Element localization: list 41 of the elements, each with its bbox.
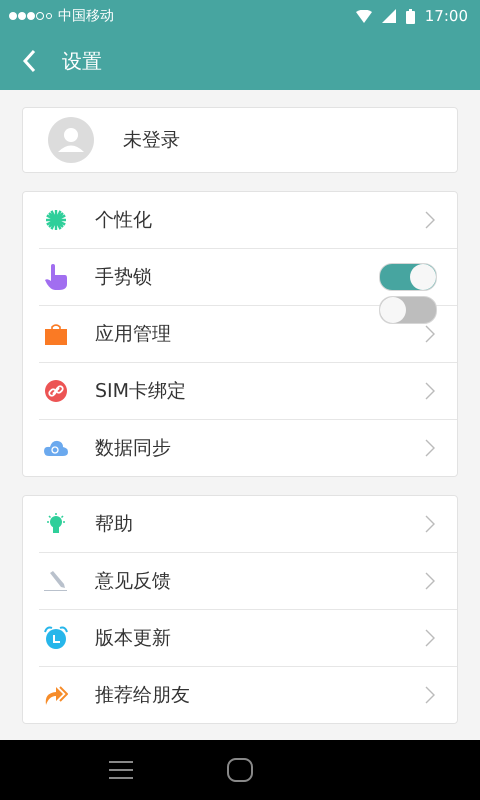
item-label[interactable]: 手势锁	[95, 264, 152, 290]
clock-time: 17:00	[424, 7, 468, 25]
login-status: 未登录	[123, 128, 180, 153]
chevron-icon	[425, 211, 435, 229]
item-label[interactable]: 个性化	[95, 207, 152, 233]
alarm-clock-icon	[44, 626, 68, 650]
item-label[interactable]: 版本更新	[95, 625, 171, 651]
pencil-icon	[44, 571, 68, 591]
link-icon	[45, 380, 67, 402]
signal-dots-icon	[8, 11, 52, 21]
chevron-icon	[425, 439, 435, 457]
toggle-switch[interactable]	[379, 263, 437, 291]
share-arrow-icon	[44, 685, 68, 705]
menu-icon[interactable]	[109, 761, 133, 779]
home-icon[interactable]	[227, 758, 253, 782]
account-card[interactable]: 未登录	[22, 107, 458, 173]
toggle-switch[interactable]	[379, 296, 437, 324]
chevron-icon	[425, 325, 435, 343]
light-bulb-icon	[45, 513, 67, 535]
item-label[interactable]: 帮助	[95, 511, 133, 537]
item-label[interactable]: 数据同步	[95, 435, 171, 461]
chevron-icon	[425, 686, 435, 704]
item-label[interactable]: 推荐给朋友	[95, 682, 190, 708]
cloud-sync-icon	[44, 440, 68, 456]
chevron-icon	[425, 382, 435, 400]
chevron-icon	[425, 515, 435, 533]
wifi-icon	[356, 10, 372, 22]
avatar-icon	[48, 117, 94, 163]
item-label[interactable]: 意见反馈	[95, 568, 171, 594]
carrier-name: 中国移动	[58, 7, 114, 25]
chevron-icon	[425, 629, 435, 647]
chevron-icon	[425, 572, 435, 590]
page-title: 设置	[62, 48, 102, 74]
pointing-hand-icon	[45, 264, 67, 290]
battery-icon	[406, 8, 415, 24]
item-label[interactable]: SIM卡绑定	[95, 378, 186, 404]
cell-signal-icon	[382, 9, 396, 23]
shopping-bag-icon	[45, 323, 67, 345]
back-icon[interactable]	[22, 49, 36, 73]
snowflake-icon	[45, 209, 67, 231]
item-label[interactable]: 应用管理	[95, 321, 171, 347]
